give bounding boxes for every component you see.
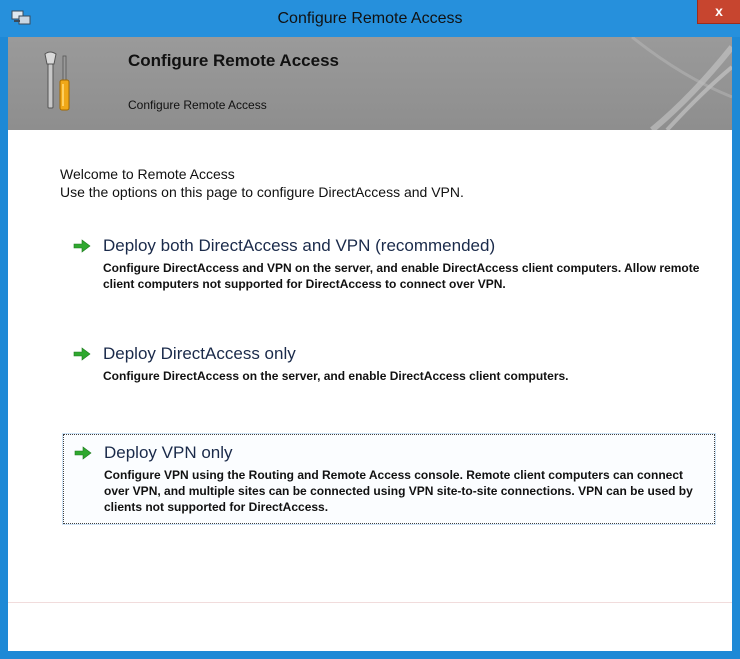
title-bar[interactable]: Configure Remote Access x <box>0 0 740 37</box>
option-title: Deploy DirectAccess only <box>103 344 296 363</box>
option-title: Deploy both DirectAccess and VPN (recomm… <box>103 236 496 255</box>
green-arrow-icon <box>73 347 91 361</box>
green-arrow-icon <box>74 446 92 460</box>
footer-divider <box>8 602 732 603</box>
window-title: Configure Remote Access <box>277 10 463 27</box>
configure-remote-access-window: Configure Remote Access x Configure Remo… <box>0 0 740 659</box>
option-description: Configure VPN using the Routing and Remo… <box>104 468 693 514</box>
option-deploy-vpn[interactable]: Deploy VPN only Configure VPN using the … <box>63 434 715 524</box>
option-title: Deploy VPN only <box>104 443 233 462</box>
welcome-heading: Welcome to Remote Access <box>60 166 235 182</box>
welcome-text: Use the options on this page to configur… <box>60 184 464 200</box>
green-arrow-icon <box>73 239 91 253</box>
banner-subtitle: Configure Remote Access <box>128 98 267 112</box>
option-deploy-directaccess[interactable]: Deploy DirectAccess only Configure Direc… <box>63 336 715 392</box>
close-button[interactable]: x <box>697 0 740 24</box>
option-description: Configure DirectAccess and VPN on the se… <box>103 261 700 291</box>
tools-icon <box>44 51 70 111</box>
decorative-swoosh <box>631 37 732 130</box>
welcome-section: Welcome to Remote Access Use the options… <box>60 165 464 201</box>
option-deploy-both[interactable]: Deploy both DirectAccess and VPN (recomm… <box>63 228 715 300</box>
banner-title: Configure Remote Access <box>128 51 339 70</box>
header-banner: Configure Remote Access Configure Remote… <box>8 37 732 130</box>
content-area: Welcome to Remote Access Use the options… <box>8 130 732 651</box>
window-bottom-border <box>8 651 732 659</box>
option-description: Configure DirectAccess on the server, an… <box>103 369 569 383</box>
